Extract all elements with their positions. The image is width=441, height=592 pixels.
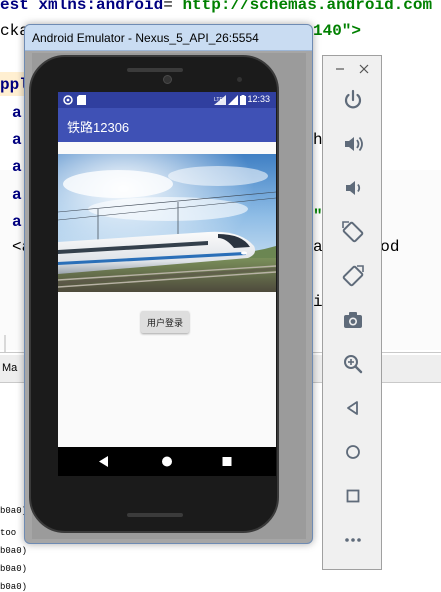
sd-card-icon bbox=[77, 95, 86, 105]
zoom-icon[interactable] bbox=[339, 350, 367, 378]
nav-back-icon[interactable] bbox=[84, 447, 124, 476]
log-line: b0a0) bbox=[0, 546, 28, 556]
rotate-right-icon[interactable] bbox=[339, 262, 367, 290]
emulator-side-toolbar bbox=[322, 55, 382, 570]
emulator-titlebar[interactable]: Android Emulator - Nexus_5_API_26:5554 bbox=[25, 25, 312, 51]
user-login-button[interactable]: 用户登录 bbox=[141, 311, 189, 333]
code-line: a bbox=[12, 104, 22, 122]
log-line: b0a0) bbox=[0, 506, 28, 516]
front-camera bbox=[163, 75, 172, 84]
app-bar: 铁路12306 bbox=[58, 108, 276, 142]
svg-text:LTE: LTE bbox=[214, 97, 223, 103]
status-bar: LTE 12:33 bbox=[58, 92, 276, 108]
earpiece-speaker bbox=[127, 68, 183, 72]
code-line: 140"> bbox=[313, 22, 362, 40]
code-line: a bbox=[12, 158, 22, 176]
code-line: a bbox=[12, 186, 22, 204]
nav-overview-icon[interactable] bbox=[207, 447, 247, 476]
notification-circle-icon bbox=[63, 95, 73, 105]
nav-home-icon[interactable] bbox=[147, 447, 187, 476]
log-line: too bbox=[0, 528, 17, 538]
close-icon[interactable] bbox=[357, 62, 371, 76]
proximity-sensor bbox=[237, 77, 242, 82]
volume-up-icon[interactable] bbox=[339, 130, 367, 158]
panel-tab[interactable]: Ma bbox=[2, 362, 17, 374]
minimize-icon[interactable] bbox=[333, 62, 347, 76]
status-time: 12:33 bbox=[247, 94, 270, 104]
code-line: est xmlns:android= http://schemas.androi… bbox=[0, 0, 433, 14]
code-line: a bbox=[12, 213, 22, 231]
cellular-icon bbox=[228, 95, 238, 105]
bottom-speaker bbox=[127, 513, 183, 517]
more-icon[interactable] bbox=[339, 526, 367, 554]
code-line: a bbox=[12, 131, 22, 149]
home-icon[interactable] bbox=[339, 438, 367, 466]
navigation-bar bbox=[58, 447, 276, 476]
signal-icon: LTE bbox=[214, 95, 226, 105]
battery-icon bbox=[240, 95, 246, 105]
app-title: 铁路12306 bbox=[67, 120, 130, 135]
power-icon[interactable] bbox=[339, 86, 367, 114]
camera-icon[interactable] bbox=[339, 306, 367, 334]
log-line: b0a0) bbox=[0, 564, 28, 574]
overview-icon[interactable] bbox=[339, 482, 367, 510]
train-image bbox=[58, 154, 276, 292]
log-line: b0a0) bbox=[0, 582, 28, 592]
device-screen[interactable]: LTE 12:33 铁路12306 用户登录 bbox=[58, 92, 276, 476]
rotate-left-icon[interactable] bbox=[339, 218, 367, 246]
volume-down-icon[interactable] bbox=[339, 174, 367, 202]
back-icon[interactable] bbox=[339, 394, 367, 422]
emulator-window-title: Android Emulator - Nexus_5_API_26:5554 bbox=[32, 31, 259, 45]
